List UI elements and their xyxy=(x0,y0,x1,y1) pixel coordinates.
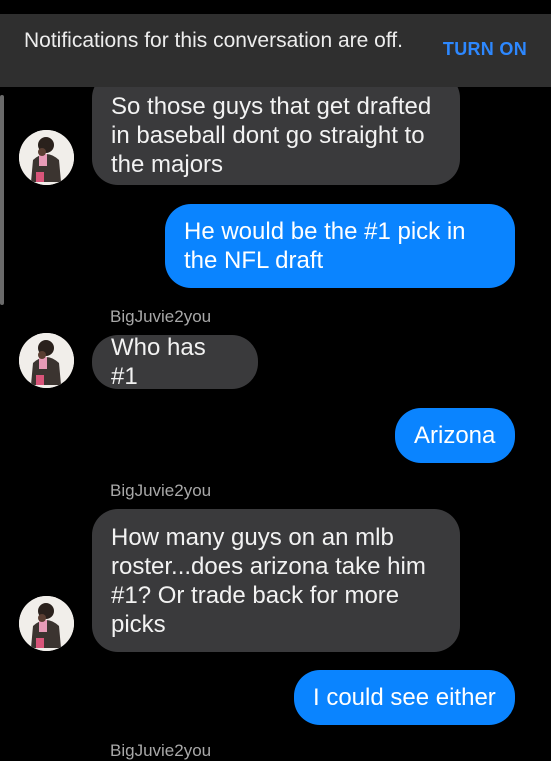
avatar[interactable] xyxy=(19,596,74,651)
message-text: So those guys that get drafted in baseba… xyxy=(111,93,432,178)
avatar-photo-icon xyxy=(19,130,74,185)
banner-message: Notifications for this conversation are … xyxy=(24,29,403,52)
message-bubble-incoming[interactable]: So those guys that get drafted in baseba… xyxy=(92,72,460,185)
message-text: I could see either xyxy=(313,684,496,711)
sender-name: BigJuvie2you xyxy=(110,307,212,326)
message-text: Who has #1 xyxy=(111,334,206,390)
message-text: Arizona xyxy=(414,422,496,449)
sender-name: BigJuvie2you xyxy=(110,481,212,500)
turn-on-button[interactable]: TURN ON xyxy=(443,39,527,60)
sender-name: BigJuvie2you xyxy=(110,741,212,760)
message-bubble-incoming[interactable]: How many guys on an mlb roster...does ar… xyxy=(92,509,460,652)
avatar[interactable] xyxy=(19,333,74,388)
notification-banner: Notifications for this conversation are … xyxy=(0,14,551,87)
avatar-photo-icon xyxy=(19,333,74,388)
avatar[interactable] xyxy=(19,130,74,185)
message-bubble-outgoing[interactable]: Arizona xyxy=(395,408,515,463)
message-text: How many guys on an mlb roster...does ar… xyxy=(111,523,426,638)
avatar-photo-icon xyxy=(19,596,74,651)
scrollbar-thumb[interactable] xyxy=(0,95,4,305)
message-bubble-outgoing[interactable]: I could see either xyxy=(294,670,515,725)
message-bubble-incoming[interactable]: Who has #1 xyxy=(92,334,258,390)
message-bubble-outgoing[interactable]: He would be the #1 pick in the NFL draft xyxy=(165,204,515,288)
message-text: He would be the #1 pick in the NFL draft xyxy=(184,218,466,274)
